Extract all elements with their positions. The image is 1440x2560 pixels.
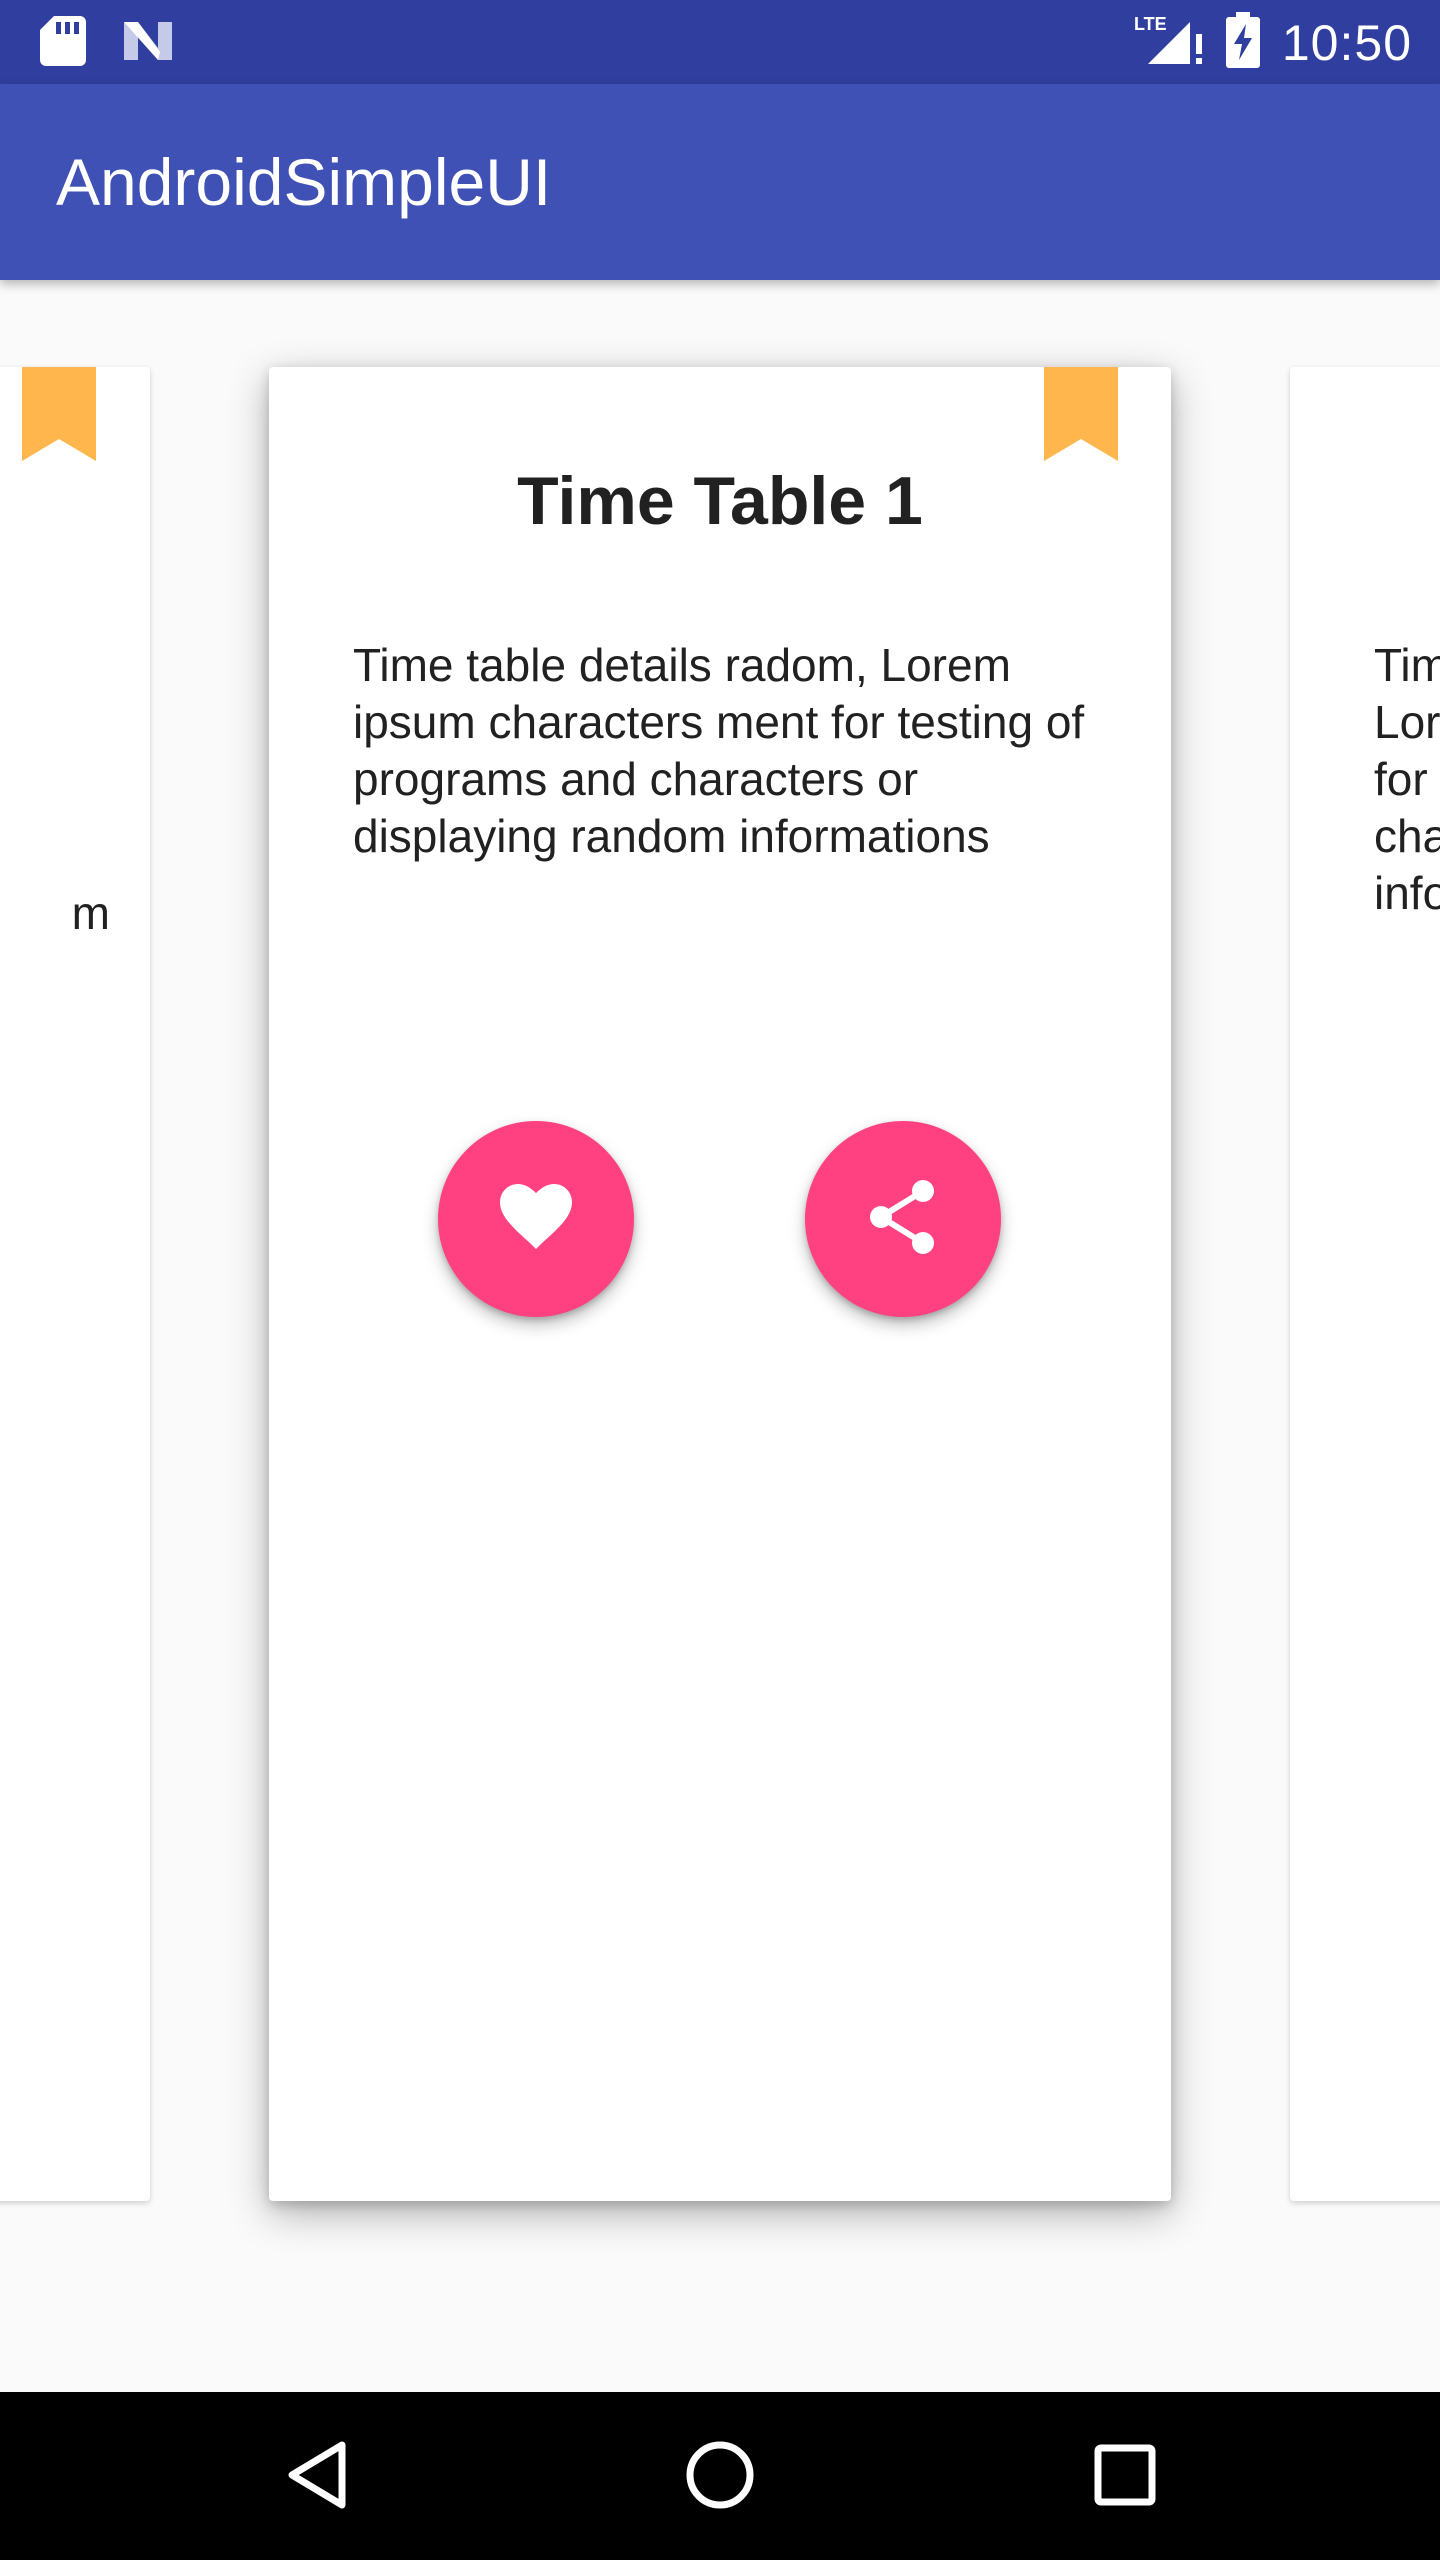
share-button[interactable]: [805, 1121, 1001, 1317]
share-icon: [867, 1179, 939, 1260]
recents-icon: [1094, 2444, 1156, 2511]
clock: 10:50: [1281, 14, 1412, 71]
bookmark-icon[interactable]: [22, 367, 96, 461]
lte-signal-icon: LTE: [1134, 12, 1204, 73]
card-carousel[interactable]: m Time Table 1 Time table details radom,…: [0, 280, 1440, 2392]
home-icon: [685, 2440, 755, 2515]
card-description: Time table details radom, Lorem ipsum ch…: [353, 639, 1085, 862]
card-next[interactable]: Tim Lor for cha info: [1290, 367, 1440, 2201]
back-button[interactable]: [272, 2432, 362, 2522]
desc-line: Tim: [1374, 639, 1440, 691]
app-bar: AndroidSimpleUI: [0, 84, 1440, 280]
bookmark-icon[interactable]: [1044, 367, 1118, 461]
desc-line: Lor: [1374, 696, 1440, 748]
n-logo-icon: [120, 18, 176, 69]
svg-text:LTE: LTE: [1134, 14, 1167, 34]
card-description-fragment: m: [71, 887, 110, 939]
back-icon: [284, 2439, 350, 2516]
sd-card-icon: [40, 16, 86, 71]
card-previous[interactable]: m: [0, 367, 150, 2201]
status-bar: LTE 10:50: [0, 0, 1440, 84]
heart-icon: [498, 1183, 574, 1256]
navigation-bar: [0, 2392, 1440, 2560]
battery-charging-icon: [1225, 12, 1260, 73]
recents-button[interactable]: [1080, 2432, 1170, 2522]
desc-line: for: [1374, 753, 1428, 805]
desc-line: info: [1374, 867, 1440, 919]
home-button[interactable]: [675, 2432, 765, 2522]
card-description-fragment: Tim Lor for cha info: [1374, 637, 1440, 922]
card-title: Time Table 1: [517, 463, 923, 539]
desc-line: cha: [1374, 810, 1440, 862]
like-button[interactable]: [438, 1121, 634, 1317]
card-time-table-1[interactable]: Time Table 1 Time table details radom, L…: [269, 367, 1171, 2201]
app-title: AndroidSimpleUI: [56, 145, 552, 219]
